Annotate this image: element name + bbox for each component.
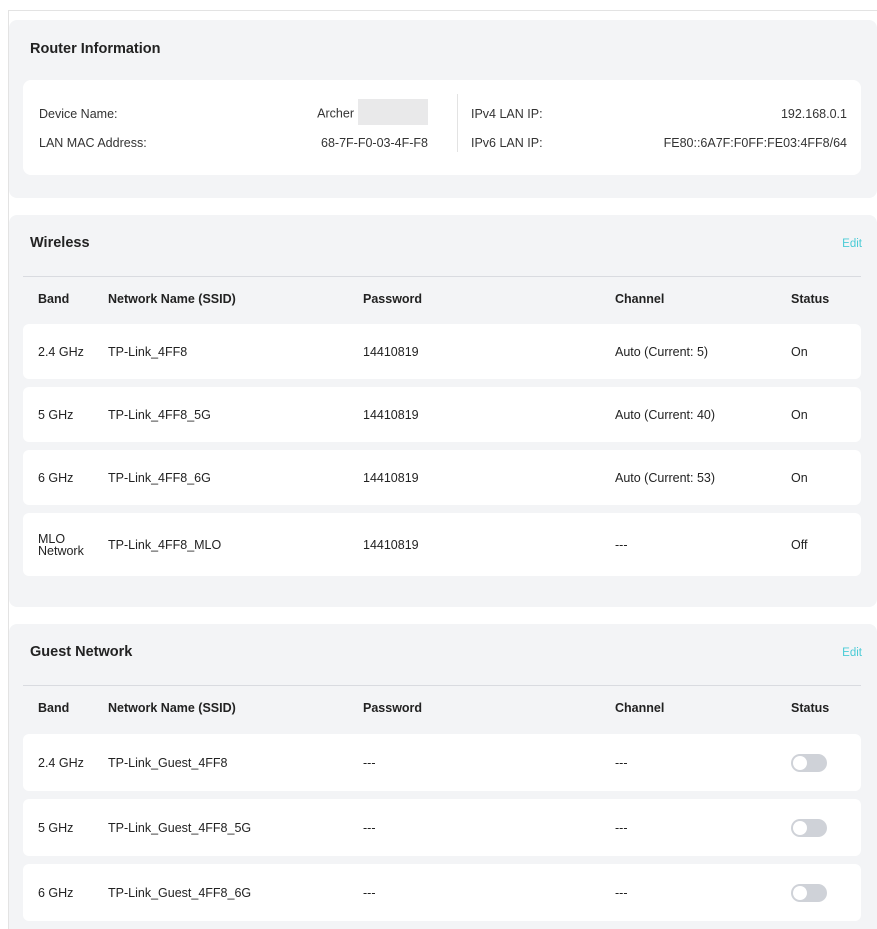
ipv6-label: IPv6 LAN IP: bbox=[471, 136, 543, 150]
table-row: 5 GHz TP-Link_4FF8_5G 14410819 Auto (Cur… bbox=[23, 387, 861, 442]
channel-cell: --- bbox=[615, 820, 628, 835]
column-header-ssid: Network Name (SSID) bbox=[108, 701, 236, 715]
column-header-channel: Channel bbox=[615, 292, 665, 306]
redacted-device-suffix bbox=[358, 99, 428, 125]
router-info-box: Device Name: Archer IPv4 LAN IP: 192.168… bbox=[23, 80, 861, 175]
column-header-status: Status bbox=[791, 701, 830, 715]
wireless-edit-link[interactable]: Edit bbox=[842, 238, 862, 250]
toggle-knob bbox=[793, 820, 807, 835]
lan-mac-label: LAN MAC Address: bbox=[39, 136, 147, 150]
status-cell: On bbox=[791, 470, 808, 485]
column-header-status: Status bbox=[791, 292, 830, 306]
channel-cell: --- bbox=[615, 755, 628, 770]
password-cell: 14410819 bbox=[363, 470, 419, 485]
guest-edit-link[interactable]: Edit bbox=[842, 647, 862, 659]
column-header-band: Band bbox=[38, 292, 70, 306]
ipv4-value: 192.168.0.1 bbox=[780, 107, 847, 121]
status-cell: On bbox=[791, 407, 808, 422]
wireless-card: Wireless Edit Band Network Name (SSID) P… bbox=[9, 215, 877, 607]
top-border bbox=[8, 10, 877, 11]
password-cell: 14410819 bbox=[363, 407, 419, 422]
device-name-value-wrap: Archer bbox=[317, 99, 428, 127]
lan-mac-value: 68-7F-F0-03-4F-F8 bbox=[321, 136, 428, 150]
password-cell: --- bbox=[363, 755, 376, 770]
channel-cell: --- bbox=[615, 537, 628, 552]
column-header-channel: Channel bbox=[615, 701, 665, 715]
ipv4-label: IPv4 LAN IP: bbox=[471, 107, 543, 121]
guest-network-title: Guest Network bbox=[30, 644, 133, 660]
ssid-cell: TP-Link_4FF8_6G bbox=[108, 470, 211, 485]
band-cell: 2.4 GHz bbox=[38, 755, 84, 770]
router-information-title: Router Information bbox=[30, 41, 161, 57]
band-cell: 5 GHz bbox=[38, 407, 74, 422]
password-cell: 14410819 bbox=[363, 537, 419, 552]
table-row: MLO Network TP-Link_4FF8_MLO 14410819 --… bbox=[23, 513, 861, 576]
channel-cell: Auto (Current: 5) bbox=[615, 344, 709, 359]
channel-cell: Auto (Current: 40) bbox=[615, 407, 716, 422]
wireless-title: Wireless bbox=[30, 235, 90, 251]
column-header-password: Password bbox=[363, 292, 423, 306]
toggle-knob bbox=[793, 885, 807, 900]
band-cell: 6 GHz bbox=[38, 885, 74, 900]
guest-6g-toggle[interactable] bbox=[791, 883, 827, 902]
device-name-label: Device Name: bbox=[39, 107, 118, 121]
ssid-cell: TP-Link_Guest_4FF8 bbox=[108, 755, 228, 770]
toggle-knob bbox=[793, 755, 807, 770]
password-cell: --- bbox=[363, 885, 376, 900]
channel-cell: Auto (Current: 53) bbox=[615, 470, 716, 485]
status-cell: On bbox=[791, 344, 808, 359]
guest-network-card: Guest Network Edit Band Network Name (SS… bbox=[9, 624, 877, 929]
info-divider bbox=[457, 94, 458, 152]
guest-table-header: Band Network Name (SSID) Password Channe… bbox=[23, 686, 861, 730]
channel-cell: --- bbox=[615, 885, 628, 900]
column-header-ssid: Network Name (SSID) bbox=[108, 292, 236, 306]
column-header-band: Band bbox=[38, 701, 70, 715]
ssid-cell: TP-Link_Guest_4FF8_6G bbox=[108, 885, 252, 900]
ssid-cell: TP-Link_4FF8_5G bbox=[108, 407, 211, 422]
router-information-card: Router Information Device Name: Archer I… bbox=[9, 20, 877, 198]
table-row: 2.4 GHz TP-Link_4FF8 14410819 Auto (Curr… bbox=[23, 324, 861, 379]
ssid-cell: TP-Link_4FF8 bbox=[108, 344, 188, 359]
ssid-cell: TP-Link_Guest_4FF8_5G bbox=[108, 820, 252, 835]
ssid-cell: TP-Link_4FF8_MLO bbox=[108, 537, 222, 552]
table-row: 6 GHz TP-Link_Guest_4FF8_6G --- --- bbox=[23, 864, 861, 921]
table-row: 2.4 GHz TP-Link_Guest_4FF8 --- --- bbox=[23, 734, 861, 791]
ipv6-value: FE80::6A7F:F0FF:FE03:4FF8/64 bbox=[663, 136, 847, 150]
band-cell: MLO Network bbox=[38, 532, 88, 558]
device-name-value: Archer bbox=[317, 106, 354, 121]
guest-5g-toggle[interactable] bbox=[791, 818, 827, 837]
password-cell: 14410819 bbox=[363, 344, 419, 359]
guest-2g-toggle[interactable] bbox=[791, 753, 827, 772]
table-row: 6 GHz TP-Link_4FF8_6G 14410819 Auto (Cur… bbox=[23, 450, 861, 505]
band-cell: 6 GHz bbox=[38, 470, 74, 485]
column-header-password: Password bbox=[363, 701, 423, 715]
wireless-table-header: Band Network Name (SSID) Password Channe… bbox=[23, 277, 861, 321]
band-line-2: Network bbox=[38, 543, 84, 558]
table-row: 5 GHz TP-Link_Guest_4FF8_5G --- --- bbox=[23, 799, 861, 856]
status-cell: Off bbox=[791, 537, 808, 552]
band-cell: 5 GHz bbox=[38, 820, 74, 835]
band-cell: 2.4 GHz bbox=[38, 344, 84, 359]
password-cell: --- bbox=[363, 820, 376, 835]
